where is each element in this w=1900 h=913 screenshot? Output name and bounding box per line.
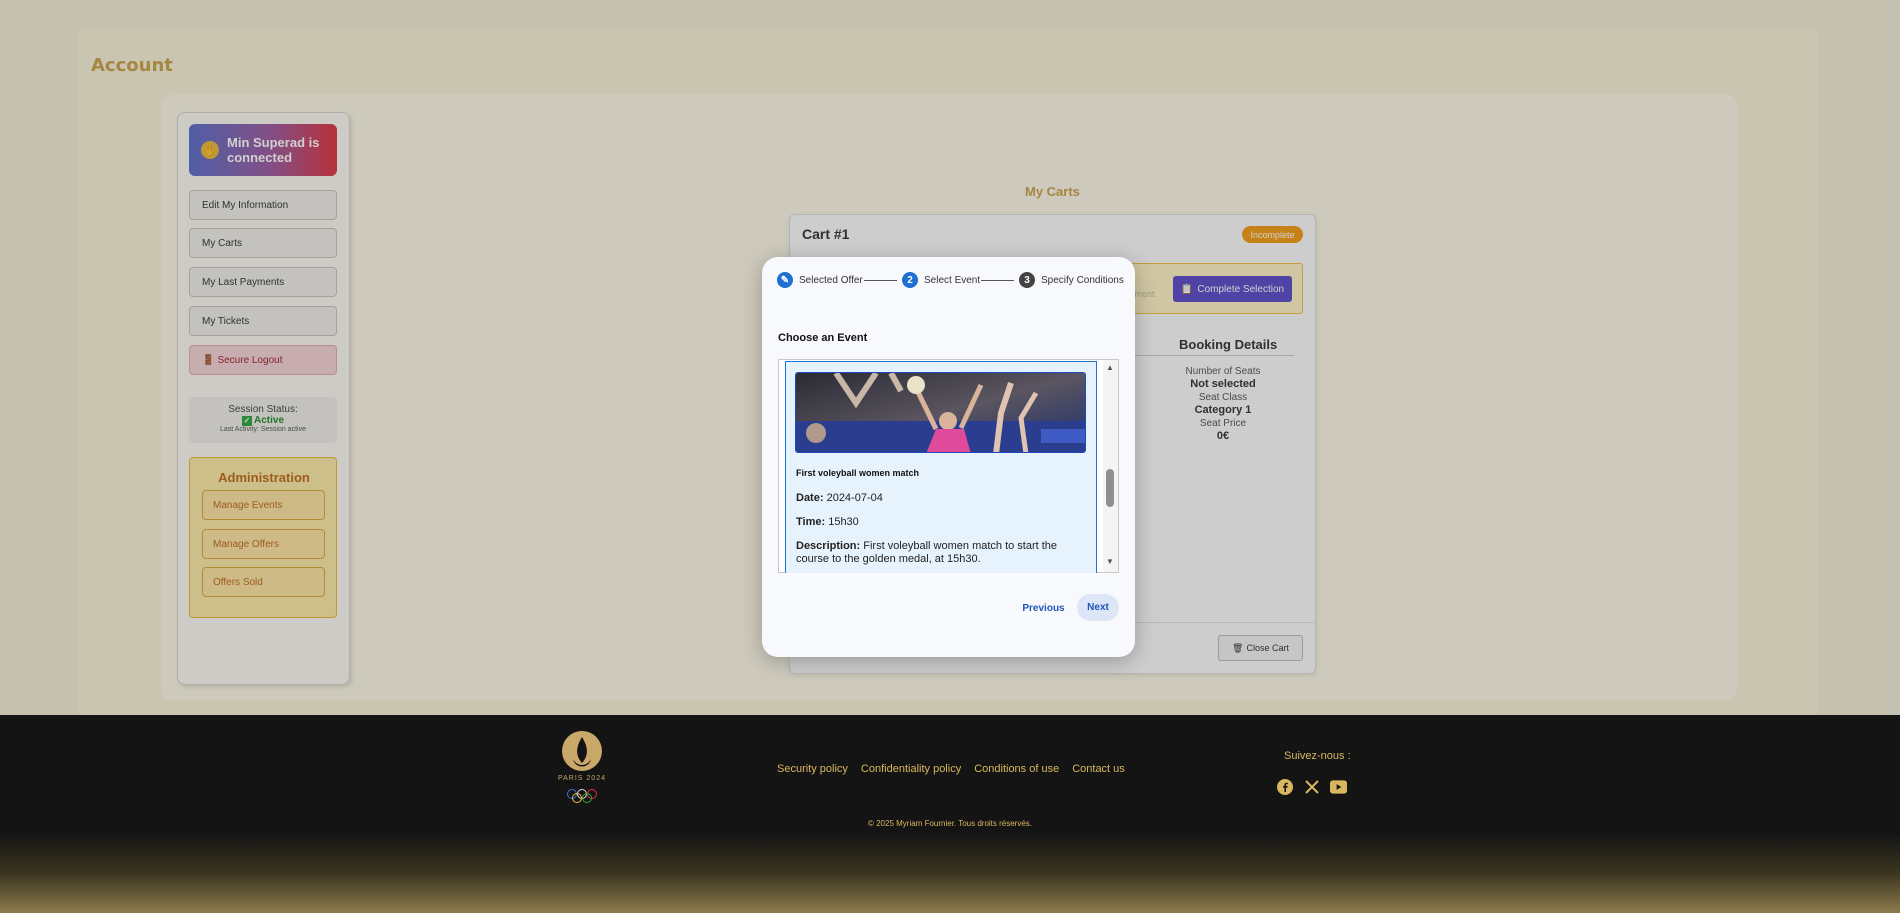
time-label: Time: <box>796 516 826 528</box>
date-label: Date: <box>796 492 824 504</box>
scroll-thumb[interactable] <box>1106 469 1114 507</box>
step-label: Select Event <box>924 274 981 286</box>
x-icon[interactable] <box>1303 778 1320 795</box>
scroll-up-arrow-icon[interactable]: ▲ <box>1106 363 1114 372</box>
choose-event-heading: Choose an Event <box>778 332 868 344</box>
pencil-icon: ✎ <box>777 272 793 288</box>
next-button[interactable]: Next <box>1077 594 1119 621</box>
step-number-3: 3 <box>1019 272 1035 288</box>
footer-link-contact[interactable]: Contact us <box>1072 763 1125 775</box>
step-label: Specify Conditions <box>1041 274 1124 286</box>
time-value: 15h30 <box>828 516 859 528</box>
step-selected-offer[interactable]: ✎ Selected Offer <box>777 272 863 288</box>
step-specify-conditions[interactable]: 3 Specify Conditions <box>1019 272 1124 288</box>
youtube-icon[interactable] <box>1330 778 1347 795</box>
event-description: Description: First voleyball women match… <box>796 540 1086 566</box>
follow-label: Suivez-nous : <box>1284 750 1351 762</box>
footer-link-conditions[interactable]: Conditions of use <box>974 763 1059 775</box>
step-select-event[interactable]: 2 Select Event <box>902 272 980 288</box>
footer-links: Security policy Confidentiality policy C… <box>777 763 1125 775</box>
event-time: Time: 15h30 <box>796 516 859 529</box>
event-image <box>795 372 1086 453</box>
copyright: © 2025 Myriam Fournier. Tous droits rése… <box>867 819 1033 828</box>
step-number-2: 2 <box>902 272 918 288</box>
date-value: 2024-07-04 <box>826 492 883 504</box>
event-date: Date: 2024-07-04 <box>796 492 883 505</box>
footer-link-security[interactable]: Security policy <box>777 763 848 775</box>
event-name: First voleyball women match <box>796 468 920 478</box>
footer-link-confidentiality[interactable]: Confidentiality policy <box>861 763 961 775</box>
previous-button[interactable]: Previous <box>1021 595 1066 621</box>
step-label: Selected Offer <box>799 274 863 286</box>
event-list-scrollbar[interactable] <box>1103 360 1118 572</box>
logo-text: PARIS 2024 <box>558 775 606 782</box>
footer <box>0 715 1900 913</box>
step-connector <box>864 280 897 281</box>
social-links <box>1276 778 1347 795</box>
paris-2024-logo: PARIS 2024 <box>558 731 606 803</box>
step-connector <box>981 280 1014 281</box>
scroll-down-arrow-icon[interactable]: ▼ <box>1106 557 1114 566</box>
description-label: Description: <box>796 540 861 552</box>
facebook-icon[interactable] <box>1276 778 1293 795</box>
